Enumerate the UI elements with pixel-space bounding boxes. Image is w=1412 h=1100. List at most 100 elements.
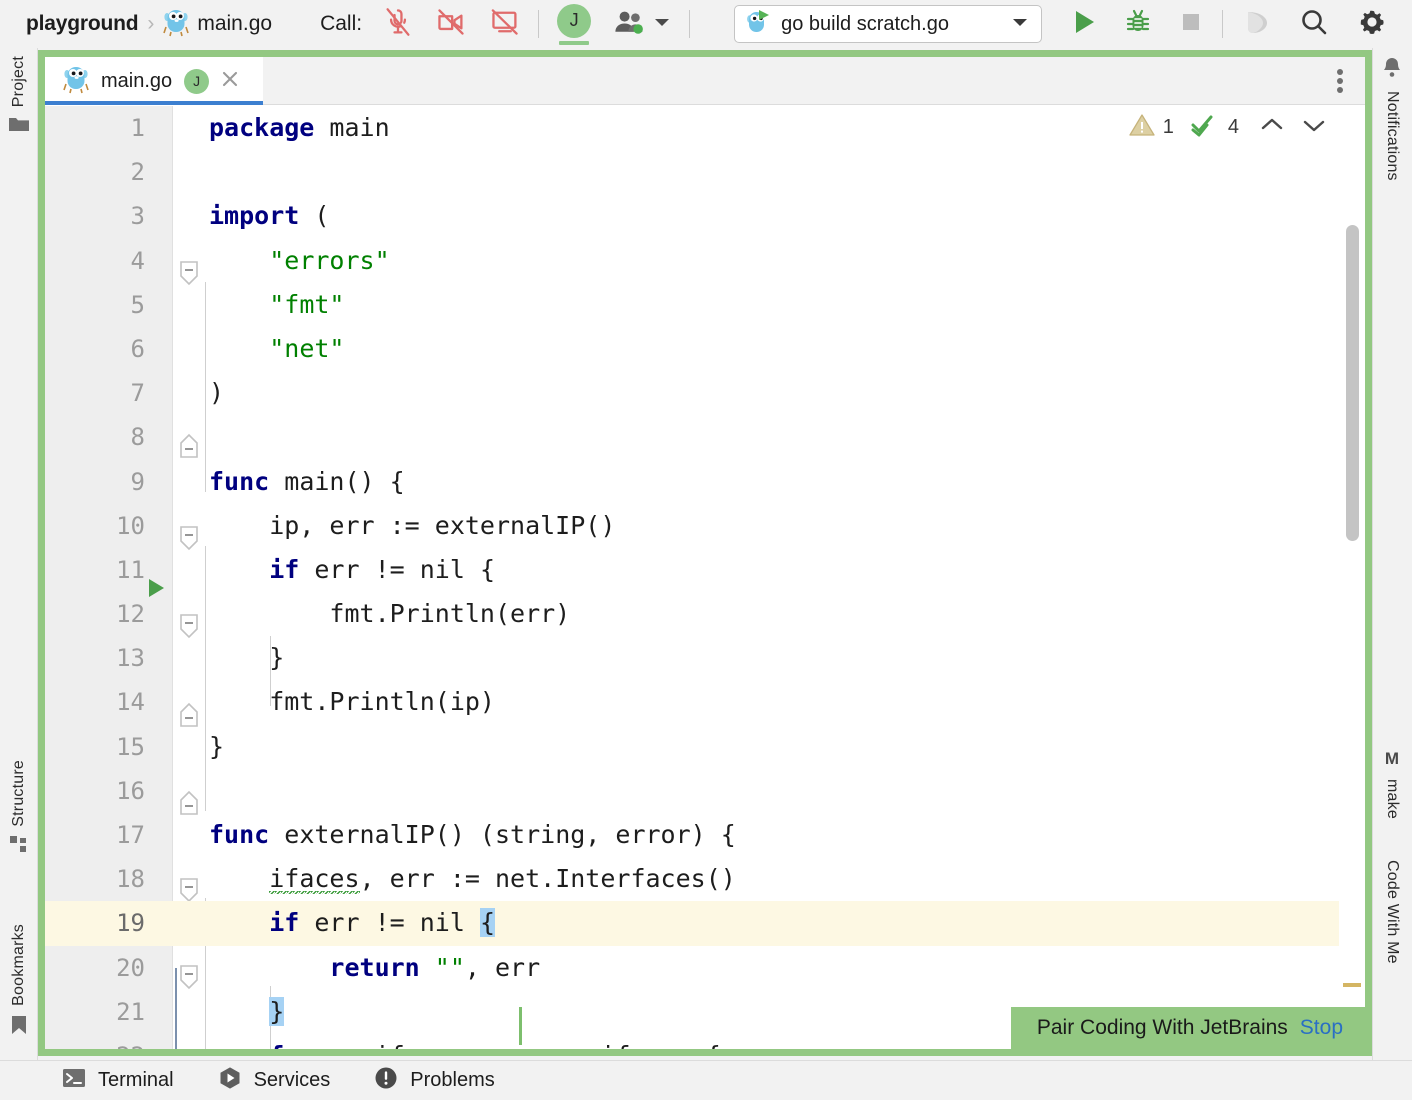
code-line[interactable]: 20 return "", err xyxy=(45,946,1365,990)
problems-icon xyxy=(374,1066,398,1095)
gear-icon[interactable] xyxy=(1357,7,1387,42)
code-lines[interactable]: 1 package main 2 3 import (4 "errors" 5 "fmt"… xyxy=(45,106,1365,1049)
line-number: 8 xyxy=(130,423,145,452)
sidebar-item-notifications[interactable]: Notifications xyxy=(1373,56,1411,181)
tab-more-options-button[interactable] xyxy=(1337,57,1365,104)
code-line[interactable]: 4 "errors" xyxy=(45,239,1365,283)
code-line[interactable]: 8 xyxy=(45,415,1365,459)
code-line-text[interactable]: } xyxy=(209,725,1365,769)
sidebar-item-code-with-me[interactable]: Code With Me xyxy=(1373,860,1411,964)
code-line-text[interactable]: import ( xyxy=(209,194,1365,238)
toolbar-divider-3 xyxy=(1222,10,1224,38)
code-line-text[interactable]: func externalIP() (string, error) { xyxy=(209,813,1365,857)
go-gopher-icon xyxy=(63,64,89,99)
run-button[interactable] xyxy=(1070,8,1098,41)
sidebar-item-label: Code With Me xyxy=(1384,860,1401,964)
code-line-text[interactable]: ifaces, err := net.Interfaces() xyxy=(209,857,1365,901)
tab-label: main.go xyxy=(101,69,173,92)
terminal-icon xyxy=(62,1066,86,1095)
code-line-text[interactable]: return "", err xyxy=(209,946,1365,990)
search-icon[interactable] xyxy=(1299,7,1329,42)
code-line[interactable]: 11 if err != nil { xyxy=(45,548,1365,592)
run-configuration-selector[interactable]: go build scratch.go xyxy=(734,5,1043,43)
bell-icon xyxy=(1381,56,1403,83)
text-caret xyxy=(519,1007,522,1045)
line-number: 6 xyxy=(130,334,145,363)
code-line[interactable]: 15} xyxy=(45,725,1365,769)
double-check-icon[interactable] xyxy=(1190,113,1220,142)
line-number: 18 xyxy=(116,865,145,894)
code-line-text[interactable]: ip, err := externalIP() xyxy=(209,504,1365,548)
breadcrumb-separator: › xyxy=(147,12,155,35)
code-line-text[interactable]: func main() { xyxy=(209,460,1365,504)
stop-button[interactable] xyxy=(1178,9,1204,40)
code-line[interactable]: 12 fmt.Println(err) xyxy=(45,592,1365,636)
scrollbar-thumb[interactable] xyxy=(1346,225,1359,541)
code-line[interactable]: 17 func externalIP() (string, error) { xyxy=(45,813,1365,857)
tab-main-go[interactable]: main.go J xyxy=(45,57,263,105)
chevron-down-icon[interactable] xyxy=(1301,116,1327,139)
status-bar-item-terminal[interactable]: Terminal xyxy=(62,1066,174,1095)
line-number: 19 xyxy=(116,909,145,938)
code-line-text[interactable]: "net" xyxy=(209,327,1365,371)
run-configuration-label: go build scratch.go xyxy=(781,12,949,35)
status-bar-item-problems[interactable]: Problems xyxy=(374,1066,495,1095)
toolbar-divider-2 xyxy=(689,10,691,38)
line-number: 2 xyxy=(130,158,145,187)
line-number: 22 xyxy=(45,1034,145,1049)
sidebar-item-label: Structure xyxy=(10,760,27,827)
avatar[interactable]: J xyxy=(557,3,592,45)
breadcrumb-project[interactable]: playground xyxy=(26,12,139,36)
pair-coding-label: Pair Coding With JetBrains xyxy=(1036,1016,1288,1039)
code-line-text[interactable]: } xyxy=(209,636,1365,680)
line-number: 9 xyxy=(130,467,145,496)
screen-share-off-icon[interactable] xyxy=(490,7,520,42)
sidebar-item-structure[interactable]: Structure xyxy=(0,760,38,860)
error-stripe-marker[interactable] xyxy=(1343,983,1361,987)
code-line[interactable]: 16 xyxy=(45,769,1365,813)
code-line[interactable]: 13 } xyxy=(45,636,1365,680)
code-line-text[interactable]: if err != nil { xyxy=(209,901,1365,945)
ai-assistant-button[interactable] xyxy=(1241,7,1271,42)
code-line[interactable]: 2 xyxy=(45,150,1365,194)
code-line[interactable]: 3 import ( xyxy=(45,194,1365,238)
folder-icon xyxy=(8,115,30,138)
sidebar-item-make[interactable]: M make xyxy=(1373,748,1411,819)
code-line[interactable]: 10 ip, err := externalIP() xyxy=(45,504,1365,548)
warning-triangle-icon[interactable] xyxy=(1129,113,1155,142)
code-line-text[interactable]: fmt.Println(err) xyxy=(209,592,1365,636)
code-line[interactable]: 5 "fmt" xyxy=(45,283,1365,327)
chevron-up-icon[interactable] xyxy=(1259,116,1285,139)
code-line[interactable]: 6 "net" xyxy=(45,327,1365,371)
line-number: 17 xyxy=(116,821,145,849)
code-line[interactable]: 18 ifaces, err := net.Interfaces() xyxy=(45,857,1365,901)
code-line-text[interactable]: "fmt" xyxy=(209,283,1365,327)
editor-scrollbar[interactable] xyxy=(1339,155,1365,1049)
go-gopher-icon xyxy=(163,7,190,42)
code-line-text[interactable]: fmt.Println(ip) xyxy=(209,680,1365,724)
sidebar-item-label: Project xyxy=(10,56,27,108)
sidebar-item-project[interactable]: Project xyxy=(0,56,38,138)
participants-icon xyxy=(613,9,647,40)
pair-coding-banner: Pair Coding With JetBrains Stop xyxy=(1010,1007,1365,1049)
breadcrumb-file[interactable]: main.go xyxy=(197,12,272,36)
code-line[interactable]: 7) xyxy=(45,371,1365,415)
participants-button[interactable] xyxy=(613,9,671,40)
sidebar-item-bookmarks[interactable]: Bookmarks xyxy=(0,924,38,1041)
code-line[interactable]: 9 func main() { xyxy=(45,460,1365,504)
code-line-text[interactable]: if err != nil { xyxy=(209,548,1365,592)
avatar-active-underline xyxy=(559,40,590,45)
code-line[interactable]: 14 fmt.Println(ip) xyxy=(45,680,1365,724)
status-bar-item-services[interactable]: Services xyxy=(218,1066,330,1095)
close-icon[interactable] xyxy=(219,68,241,95)
code-line[interactable]: 19 if err != nil { xyxy=(45,901,1365,946)
line-number: 10 xyxy=(116,511,145,540)
tab-collaborator-avatar[interactable]: J xyxy=(184,68,210,94)
pair-coding-stop-link[interactable]: Stop xyxy=(1300,1016,1343,1040)
camera-off-icon[interactable] xyxy=(436,7,466,42)
debug-button[interactable] xyxy=(1124,8,1152,41)
microphone-off-icon[interactable] xyxy=(384,7,412,42)
code-editor-canvas[interactable]: 1 package main 2 3 import (4 "errors" 5 "fmt"… xyxy=(45,106,1365,1049)
code-line-text[interactable]: ) xyxy=(209,371,1365,415)
code-line-text[interactable]: "errors" xyxy=(209,239,1365,283)
